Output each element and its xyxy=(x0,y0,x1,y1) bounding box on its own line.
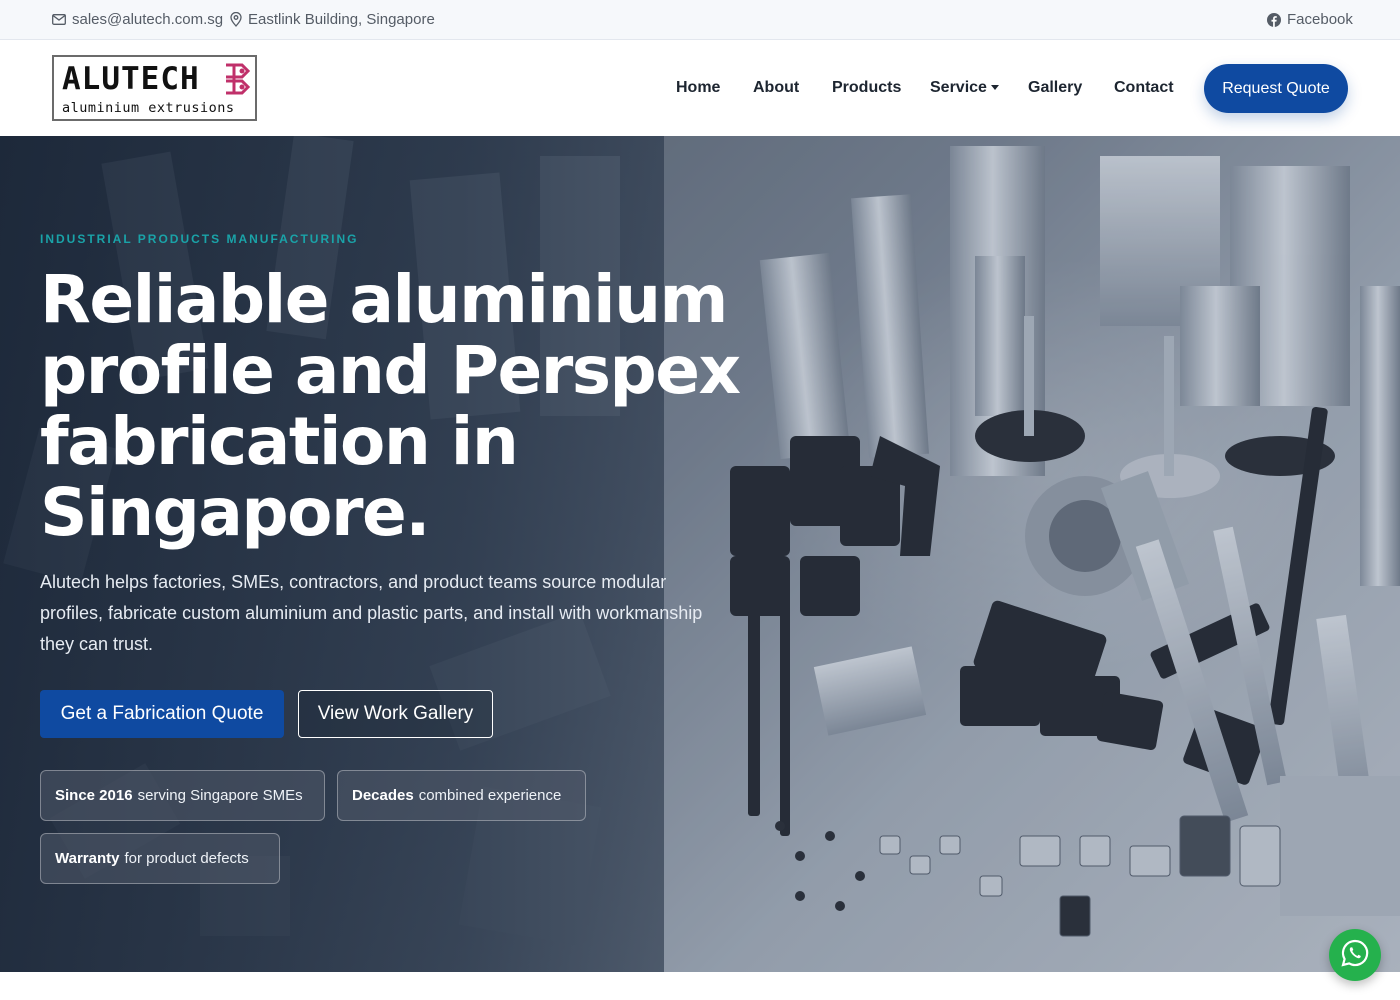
location-contact: Eastlink Building, Singapore xyxy=(230,11,435,28)
whatsapp-icon xyxy=(1340,938,1370,973)
hero-section: INDUSTRIAL PRODUCTS MANUFACTURING Reliab… xyxy=(0,136,1400,972)
nav-item-products[interactable]: Products xyxy=(832,79,901,97)
service-caret-icon xyxy=(990,85,999,91)
warranty-badge: Warranty for product defects xyxy=(40,833,280,884)
hero-eyebrow: INDUSTRIAL PRODUCTS MANUFACTURING xyxy=(40,232,359,246)
experience-badge: Decades combined experience xyxy=(337,770,586,821)
main-navbar: ALUTECH aluminium extrusions Home About … xyxy=(0,40,1400,136)
get-fabrication-quote-button[interactable]: Get a Fabrication Quote xyxy=(40,690,284,738)
site-logo[interactable]: ALUTECH aluminium extrusions xyxy=(52,55,257,121)
nav-item-service-label: Service xyxy=(930,79,987,96)
email-text: sales@alutech.com.sg xyxy=(72,11,224,28)
nav-item-home[interactable]: Home xyxy=(676,79,720,97)
nav-item-gallery[interactable]: Gallery xyxy=(1028,79,1082,97)
chip-bold-text: Warranty xyxy=(55,850,120,867)
logo-brand-text: ALUTECH xyxy=(62,61,200,97)
chip-text: serving Singapore SMEs xyxy=(137,787,303,804)
chip-bold-text: Since 2016 xyxy=(55,787,133,804)
nav-item-contact[interactable]: Contact xyxy=(1114,79,1174,97)
hero-image-tint xyxy=(664,136,1400,972)
logo-mark-icon xyxy=(218,61,252,104)
since-2016-badge: Since 2016 serving Singapore SMEs xyxy=(40,770,325,821)
facebook-label: Facebook xyxy=(1287,11,1353,28)
nav-item-service[interactable]: Service xyxy=(930,79,999,97)
facebook-icon xyxy=(1267,12,1281,27)
email-contact[interactable]: sales@alutech.com.sg xyxy=(52,11,223,28)
whatsapp-chat-button[interactable] xyxy=(1329,929,1381,981)
chip-text: for product defects xyxy=(124,850,249,867)
location-text: Eastlink Building, Singapore xyxy=(248,11,435,28)
hero-lead-text: Alutech helps factories, SMEs, contracto… xyxy=(40,572,703,654)
request-quote-button[interactable]: Request Quote xyxy=(1204,64,1348,113)
logo-tagline: aluminium extrusions xyxy=(62,100,235,116)
facebook-link[interactable]: Facebook xyxy=(1267,11,1353,28)
hero-headline: Reliable aluminium profile and Perspex f… xyxy=(40,261,741,551)
nav-item-about[interactable]: About xyxy=(753,79,799,97)
chip-text: combined experience xyxy=(418,787,562,804)
top-info-bar: sales@alutech.com.sg Eastlink Building, … xyxy=(0,0,1400,40)
envelope-icon xyxy=(52,14,66,25)
view-work-gallery-button[interactable]: View Work Gallery xyxy=(298,690,493,738)
chip-bold-text: Decades xyxy=(352,787,414,804)
map-pin-icon xyxy=(230,12,242,27)
